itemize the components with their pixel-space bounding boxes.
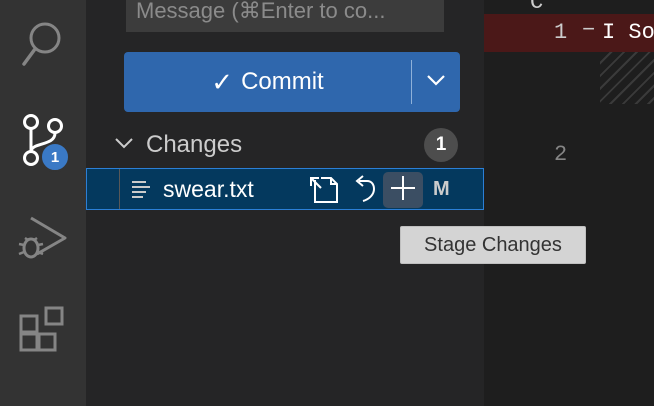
extensions-icon — [17, 304, 69, 358]
stage-changes-tooltip: Stage Changes — [400, 226, 586, 264]
line-number: 2 — [554, 142, 568, 167]
chevron-down-icon — [426, 73, 446, 91]
commit-message-input[interactable] — [126, 0, 444, 32]
removed-line[interactable]: 1 − I So — [484, 14, 654, 52]
discard-changes-icon[interactable] — [351, 175, 377, 208]
text-file-icon — [131, 179, 151, 204]
modified-status: M — [433, 178, 450, 200]
search-activity-item[interactable] — [0, 18, 86, 70]
editor-top-line: C — [484, 0, 654, 14]
run-debug-activity-item[interactable] — [0, 212, 86, 264]
check-icon: ✓ — [211, 66, 234, 97]
changed-file-row[interactable]: swear.txt M — [86, 168, 484, 210]
diff-hatch-filler — [600, 52, 654, 104]
indent-guide — [119, 169, 120, 209]
changes-section-header[interactable]: Changes 1 — [86, 126, 484, 164]
activity-bar: 1 — [0, 0, 86, 406]
commit-dropdown-button[interactable] — [412, 52, 460, 112]
changes-count-badge: 1 — [424, 128, 458, 162]
file-name: swear.txt — [163, 176, 254, 202]
changes-title: Changes — [146, 131, 243, 158]
commit-button[interactable]: ✓ Commit — [124, 52, 411, 112]
commit-label: Commit — [241, 68, 324, 95]
open-file-icon[interactable] — [307, 174, 341, 209]
chevron-down-icon — [114, 136, 134, 155]
run-debug-icon — [17, 212, 69, 264]
line-text: I So — [602, 20, 654, 45]
source-control-panel: ✓ Commit Changes 1 swear.txt — [86, 0, 484, 406]
diff-editor: C 1 − I So 2 — [484, 0, 654, 406]
source-control-badge: 1 — [40, 142, 70, 172]
stage-changes-button[interactable] — [383, 172, 423, 208]
search-icon — [19, 18, 67, 70]
removed-marker: − — [582, 18, 596, 43]
commit-button-group: ✓ Commit — [124, 52, 460, 112]
plus-icon — [390, 175, 416, 206]
extensions-activity-item[interactable] — [0, 304, 86, 358]
line-number: 1 — [554, 20, 568, 45]
